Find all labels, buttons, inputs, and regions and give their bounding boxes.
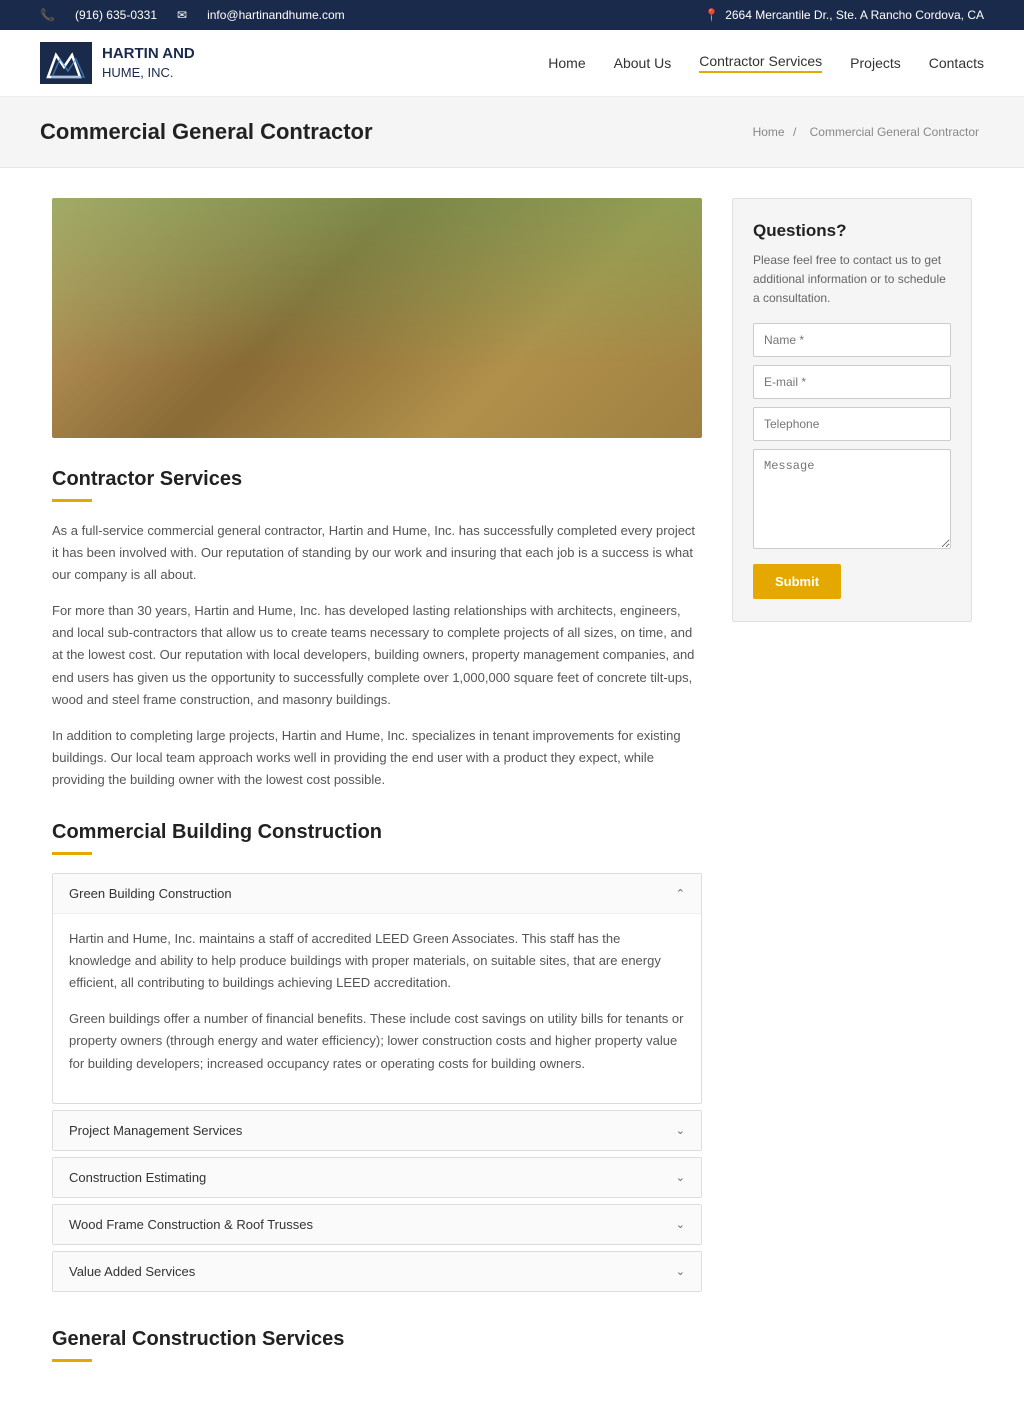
email-input[interactable] bbox=[753, 365, 951, 399]
chevron-down-icon-1: ⌄ bbox=[676, 1124, 685, 1137]
section3-underline bbox=[52, 1359, 92, 1362]
accordion-header-1[interactable]: Project Management Services ⌄ bbox=[53, 1111, 701, 1150]
chevron-down-icon-2: ⌄ bbox=[676, 1171, 685, 1184]
accordion-content-0: Hartin and Hume, Inc. maintains a staff … bbox=[53, 913, 701, 1103]
breadcrumb-separator: / bbox=[793, 125, 800, 139]
section2-title: Commercial Building Construction bbox=[52, 821, 702, 844]
para1: As a full-service commercial general con… bbox=[52, 520, 702, 586]
top-bar: 📞 (916) 635-0331 ✉ info@hartinandhume.co… bbox=[0, 0, 1024, 30]
accordion-item-3: Wood Frame Construction & Roof Trusses ⌄ bbox=[52, 1204, 702, 1245]
message-textarea[interactable] bbox=[753, 449, 951, 549]
logo-text: HARTIN AND HUME, INC. bbox=[102, 44, 195, 83]
phone-number: (916) 635-0331 bbox=[75, 8, 157, 22]
accordion-label-3: Wood Frame Construction & Roof Trusses bbox=[69, 1217, 313, 1232]
general-section: General Construction Services bbox=[52, 1328, 702, 1362]
email-link[interactable]: info@hartinandhume.com bbox=[207, 8, 345, 22]
breadcrumb: Home / Commercial General Contractor bbox=[753, 125, 984, 139]
address: 2664 Mercantile Dr., Ste. A Rancho Cordo… bbox=[725, 8, 984, 22]
main-nav: Home About Us Contractor Services Projec… bbox=[548, 53, 984, 73]
breadcrumb-home[interactable]: Home bbox=[753, 125, 785, 139]
nav-projects[interactable]: Projects bbox=[850, 55, 901, 71]
accordion-item-0: Green Building Construction ⌃ Hartin and… bbox=[52, 873, 702, 1104]
worker-image bbox=[52, 198, 702, 438]
para3: In addition to completing large projects… bbox=[52, 725, 702, 791]
accordion-label-0: Green Building Construction bbox=[69, 886, 232, 901]
accordion-header-3[interactable]: Wood Frame Construction & Roof Trusses ⌄ bbox=[53, 1205, 701, 1244]
email-icon: ✉ bbox=[177, 8, 187, 22]
accordion-label-1: Project Management Services bbox=[69, 1123, 242, 1138]
nav-contacts[interactable]: Contacts bbox=[929, 55, 984, 71]
sidebar-title: Questions? bbox=[753, 221, 951, 241]
accordion-header-4[interactable]: Value Added Services ⌄ bbox=[53, 1252, 701, 1291]
accordion-item-4: Value Added Services ⌄ bbox=[52, 1251, 702, 1292]
page-title-bar: Commercial General Contractor Home / Com… bbox=[0, 97, 1024, 168]
accordion-text-0a: Hartin and Hume, Inc. maintains a staff … bbox=[69, 928, 685, 994]
sidebar-desc: Please feel free to contact us to get ad… bbox=[753, 251, 951, 309]
accordion-label-4: Value Added Services bbox=[69, 1264, 195, 1279]
chevron-down-icon-3: ⌄ bbox=[676, 1218, 685, 1231]
top-bar-left: 📞 (916) 635-0331 ✉ info@hartinandhume.co… bbox=[40, 8, 345, 22]
accordion-text-0b: Green buildings offer a number of financ… bbox=[69, 1008, 685, 1074]
section1-title: Contractor Services bbox=[52, 468, 702, 491]
accordion-label-2: Construction Estimating bbox=[69, 1170, 206, 1185]
main-content: Contractor Services As a full-service co… bbox=[32, 198, 992, 1380]
header: HARTIN AND HUME, INC. Home About Us Cont… bbox=[0, 30, 1024, 97]
hero-image bbox=[52, 198, 702, 438]
nav-contractor[interactable]: Contractor Services bbox=[699, 53, 822, 73]
nav-about[interactable]: About Us bbox=[614, 55, 672, 71]
logo-area: HARTIN AND HUME, INC. bbox=[40, 42, 195, 84]
content-right: Questions? Please feel free to contact u… bbox=[732, 198, 972, 622]
chevron-down-icon-4: ⌄ bbox=[676, 1265, 685, 1278]
section2-underline bbox=[52, 852, 92, 855]
name-input[interactable] bbox=[753, 323, 951, 357]
phone-icon: 📞 bbox=[40, 8, 55, 22]
nav-home[interactable]: Home bbox=[548, 55, 585, 71]
sidebar-box: Questions? Please feel free to contact u… bbox=[732, 198, 972, 622]
content-left: Contractor Services As a full-service co… bbox=[52, 198, 702, 1380]
accordion-header-2[interactable]: Construction Estimating ⌄ bbox=[53, 1158, 701, 1197]
accordion-item-1: Project Management Services ⌄ bbox=[52, 1110, 702, 1151]
breadcrumb-current: Commercial General Contractor bbox=[810, 125, 979, 139]
para2: For more than 30 years, Hartin and Hume,… bbox=[52, 600, 702, 710]
section3-title: General Construction Services bbox=[52, 1328, 702, 1351]
top-bar-right: 📍 2664 Mercantile Dr., Ste. A Rancho Cor… bbox=[704, 8, 984, 22]
location-icon: 📍 bbox=[704, 8, 719, 22]
accordion-header-0[interactable]: Green Building Construction ⌃ bbox=[53, 874, 701, 913]
accordion-item-2: Construction Estimating ⌄ bbox=[52, 1157, 702, 1198]
page-title: Commercial General Contractor bbox=[40, 119, 373, 145]
accordion-section: Commercial Building Construction Green B… bbox=[52, 821, 702, 1292]
logo-icon bbox=[40, 42, 92, 84]
chevron-up-icon-0: ⌃ bbox=[676, 887, 685, 900]
section1-underline bbox=[52, 499, 92, 502]
telephone-input[interactable] bbox=[753, 407, 951, 441]
submit-button[interactable]: Submit bbox=[753, 564, 841, 599]
